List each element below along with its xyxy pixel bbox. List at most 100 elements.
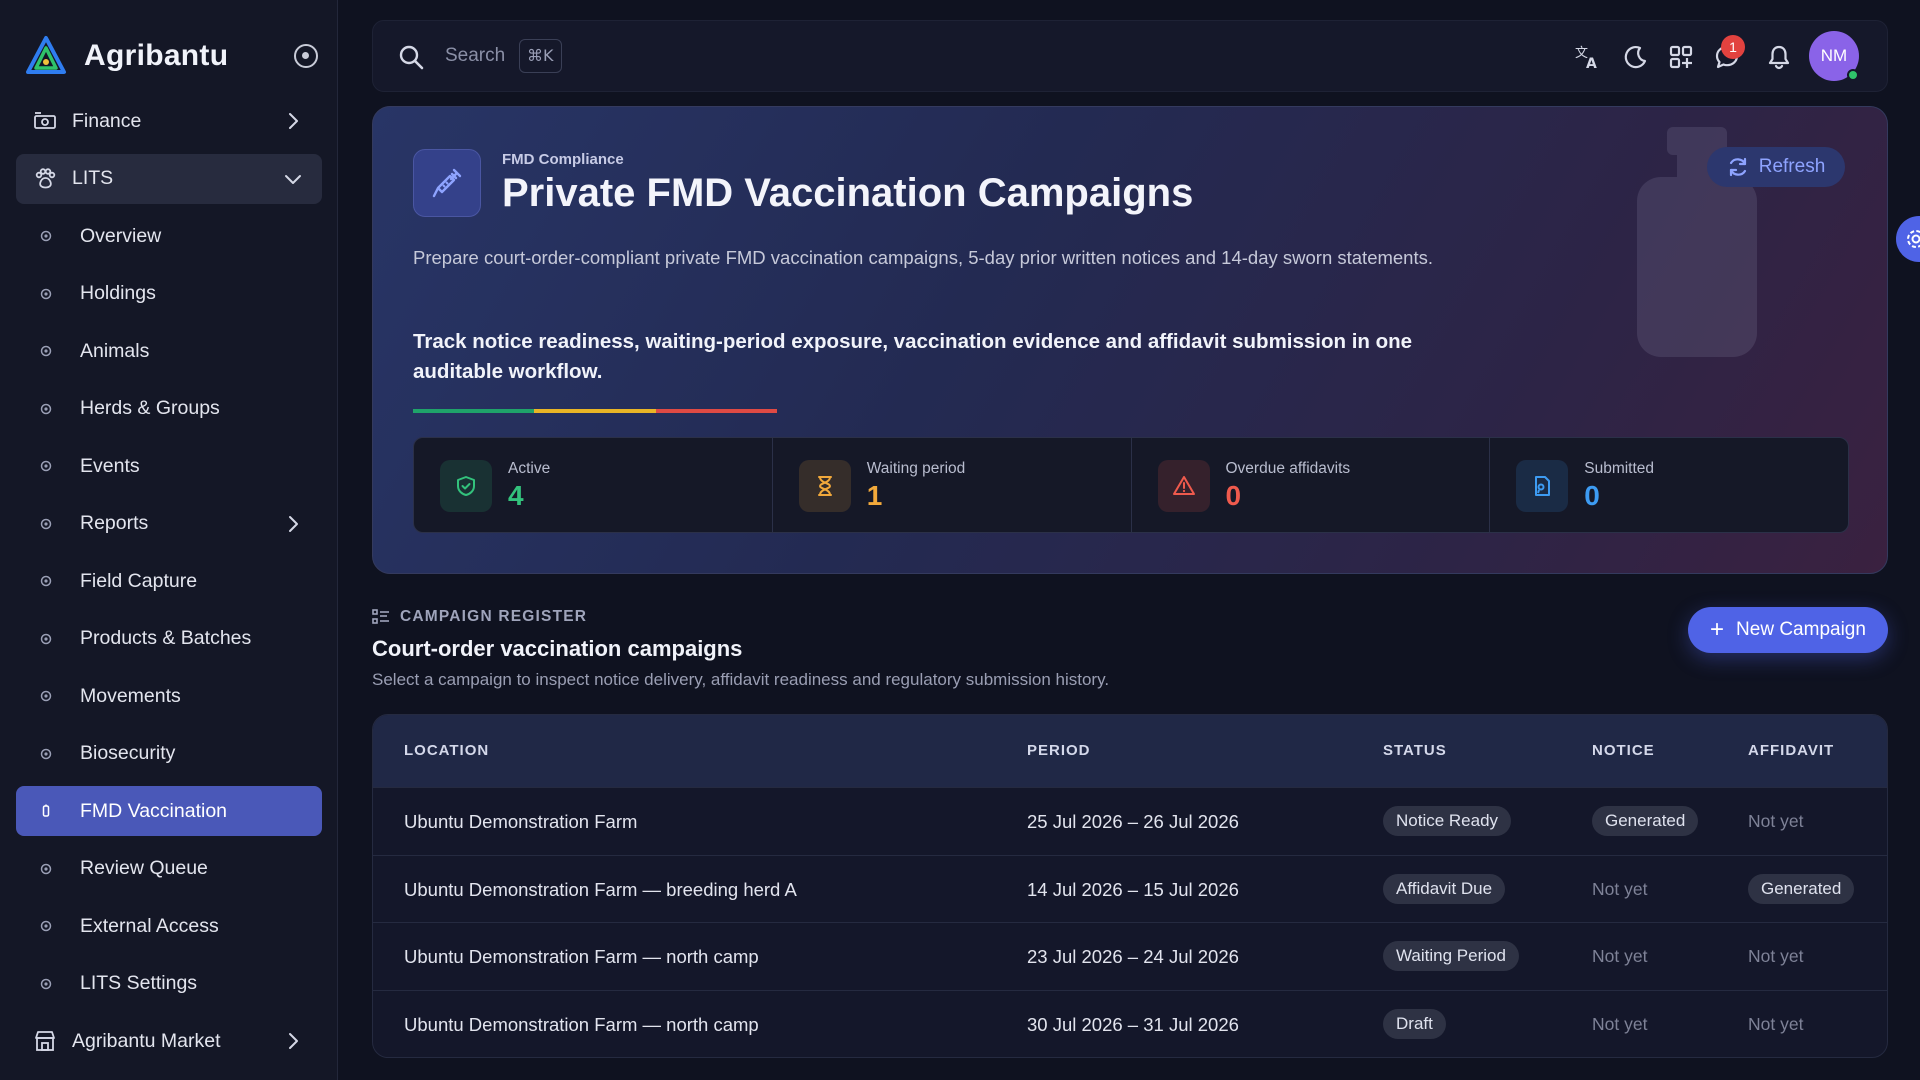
register-title: Court-order vaccination campaigns (372, 636, 743, 661)
column-header-notice[interactable]: NOTICE (1592, 742, 1655, 759)
status-badge: Waiting Period (1383, 941, 1519, 971)
campaign-table: LOCATION PERIOD STATUS NOTICE AFFIDAVIT … (372, 714, 1888, 1058)
column-header-period[interactable]: PERIOD (1027, 742, 1091, 759)
bell-icon[interactable] (1765, 43, 1793, 71)
market-icon (32, 1028, 58, 1054)
sidebar-item-label: Holdings (80, 282, 156, 304)
sidebar-item-external-access[interactable]: External Access (16, 901, 322, 951)
notice-badge: Not yet (1592, 946, 1648, 966)
stat-value: 0 (1584, 480, 1600, 511)
search-icon[interactable] (397, 43, 425, 71)
affidavit-badge: Not yet (1748, 946, 1804, 966)
finance-icon (32, 108, 58, 134)
syringe-icon-box (413, 149, 481, 217)
sidebar-item-herds-and-groups[interactable]: Herds & Groups (16, 384, 322, 434)
status-color-stripe (413, 409, 777, 413)
sidebar-item-label: LITS Settings (80, 972, 198, 994)
apps-icon[interactable] (1667, 43, 1695, 71)
hero-description: Prepare court-order-compliant private FM… (413, 247, 1434, 268)
cell-period: 30 Jul 2026 – 31 Jul 2026 (1027, 1013, 1239, 1035)
chevron-right-icon (282, 513, 304, 535)
biosecurity-icon (38, 746, 54, 762)
affidavit-badge: Not yet (1748, 811, 1804, 831)
stripe-yellow (534, 409, 656, 413)
holdings-icon (38, 286, 54, 302)
sidebar-item-overview[interactable]: Overview (16, 211, 322, 261)
sidebar-item-reports[interactable]: Reports (16, 499, 322, 549)
translate-icon[interactable]: 文 A (1573, 43, 1601, 71)
table-row[interactable]: Ubuntu Demonstration Farm 25 Jul 2026 – … (373, 787, 1887, 855)
moon-icon[interactable] (1621, 43, 1649, 71)
brand: Agribantu (24, 32, 324, 80)
column-header-affidavit[interactable]: AFFIDAVIT (1748, 742, 1834, 759)
stat-value: 1 (866, 480, 883, 511)
cell-period: 14 Jul 2026 – 15 Jul 2026 (1027, 878, 1239, 900)
sidebar-item-holdings[interactable]: Holdings (16, 269, 322, 319)
sidebar-item-label: Biosecurity (80, 742, 176, 764)
herds-icon (38, 401, 54, 417)
gear-icon (1907, 230, 1920, 248)
table-row[interactable]: Ubuntu Demonstration Farm — north camp 3… (373, 989, 1887, 1058)
sidebar-collapse-icon[interactable] (294, 44, 318, 68)
hourglass-icon (798, 460, 851, 512)
plus-icon: + (1710, 616, 1725, 643)
stat-label: Overdue affidavits (1225, 460, 1351, 477)
column-header-location[interactable]: LOCATION (404, 742, 489, 759)
products-icon (38, 631, 54, 647)
sidebar-item-lits[interactable]: LITS (16, 153, 322, 204)
external-access-icon (38, 918, 54, 934)
status-badge: Notice Ready (1383, 806, 1512, 836)
status-badge: Draft (1383, 1008, 1446, 1039)
stat-card-submitted: Submitted 0 (1490, 438, 1848, 532)
sidebar-item-agribantu-market[interactable]: Agribantu Market (16, 1016, 322, 1066)
sidebar-item-products-and-batches[interactable]: Products & Batches (16, 614, 322, 664)
stat-label: Submitted (1584, 460, 1655, 477)
new-campaign-label: New Campaign (1736, 619, 1866, 640)
list-icon (372, 609, 389, 624)
status-badge: Affidavit Due (1383, 873, 1506, 904)
new-campaign-button[interactable]: + New Campaign (1688, 607, 1888, 653)
sidebar-item-label: Review Queue (80, 857, 208, 879)
sidebar-item-finance[interactable]: Finance (16, 96, 322, 146)
sidebar-item-review-queue[interactable]: Review Queue (16, 844, 322, 894)
register-subtitle: Select a campaign to inspect notice deli… (372, 670, 1110, 689)
events-icon (38, 458, 54, 474)
table-row[interactable]: Ubuntu Demonstration Farm — breeding her… (373, 854, 1887, 923)
cell-location: Ubuntu Demonstration Farm — north camp (404, 1013, 759, 1035)
sidebar-item-lits-settings[interactable]: LITS Settings (16, 959, 322, 1009)
hero-kicker: FMD Compliance (502, 151, 624, 168)
search-input[interactable]: Search (445, 45, 505, 67)
sidebar-item-events[interactable]: Events (16, 441, 322, 491)
syringe-icon (432, 168, 462, 198)
sidebar-item-biosecurity[interactable]: Biosecurity (16, 729, 322, 779)
field-capture-icon (38, 573, 54, 589)
refresh-icon (1729, 157, 1746, 177)
sidebar-item-label: LITS (72, 167, 114, 189)
notification-badge: 1 (1721, 35, 1745, 59)
settings-drawer-tab[interactable] (1896, 216, 1920, 262)
chevron-down-icon (282, 168, 304, 190)
settings-icon (38, 976, 54, 992)
hero-card: FMD Compliance Private FMD Vaccination C… (372, 106, 1888, 574)
sidebar-item-label: Animals (80, 339, 150, 362)
sidebar-item-movements[interactable]: Movements (16, 671, 322, 721)
sidebar-item-fmd-vaccination[interactable]: FMD Vaccination (16, 786, 322, 836)
sidebar-item-animals[interactable]: Animals (16, 326, 322, 376)
table-row[interactable]: Ubuntu Demonstration Farm — north camp 2… (373, 922, 1887, 990)
sidebar: Agribantu Finance LITS Overview Holdings Ani… (0, 0, 338, 1080)
stripe-green (413, 409, 535, 413)
sidebar-item-field-capture[interactable]: Field Capture (16, 556, 322, 606)
column-header-status[interactable]: STATUS (1383, 742, 1447, 759)
top-bar: Search ⌘K 文 A 1 NM (372, 20, 1888, 92)
refresh-button[interactable]: Refresh (1707, 147, 1845, 187)
search-shortcut: ⌘K (519, 39, 562, 73)
cell-period: 23 Jul 2026 – 24 Jul 2026 (1027, 946, 1239, 967)
page-title: Private FMD Vaccination Campaigns (502, 171, 1194, 215)
sidebar-item-label: FMD Vaccination (80, 799, 228, 822)
sidebar-item-label: Reports (80, 512, 149, 534)
review-icon (38, 861, 54, 877)
notice-badge: Not yet (1592, 878, 1648, 899)
svg-text:A: A (1586, 56, 1597, 71)
warning-icon (1157, 460, 1210, 512)
online-status-dot (1847, 69, 1859, 81)
